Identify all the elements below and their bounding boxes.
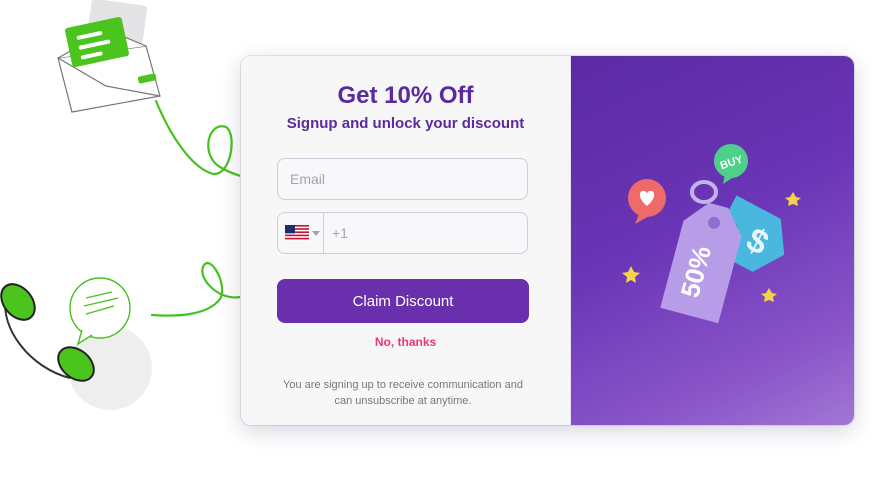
star-icon xyxy=(785,192,801,206)
phone-number-field[interactable] xyxy=(324,213,527,253)
phone-field-group xyxy=(277,212,528,254)
country-code-select[interactable] xyxy=(278,213,324,253)
us-flag-icon xyxy=(285,225,309,241)
popup-title: Get 10% Off xyxy=(337,82,474,109)
heart-bubble-icon xyxy=(628,179,666,224)
buy-bubble-icon: BUY xyxy=(714,144,748,184)
chevron-down-icon xyxy=(312,230,320,236)
star-icon xyxy=(622,266,640,283)
no-thanks-link[interactable]: No, thanks xyxy=(241,335,570,349)
claim-discount-button[interactable]: Claim Discount xyxy=(277,279,529,323)
discount-popup: Get 10% Off Signup and unlock your disco… xyxy=(241,56,854,425)
disclaimer-text: You are signing up to receive communicat… xyxy=(283,379,523,407)
price-tags-illustration: BUY $ 50% xyxy=(622,144,801,324)
popup-subtitle: Signup and unlock your discount xyxy=(286,115,525,132)
illustration-panel: BUY $ 50% xyxy=(571,56,854,425)
star-icon xyxy=(761,288,777,302)
phone-chat-illustration xyxy=(0,277,152,410)
signup-form-panel: Get 10% Off Signup and unlock your disco… xyxy=(241,56,571,425)
email-field[interactable] xyxy=(277,158,528,200)
tag-ring-icon xyxy=(690,180,718,204)
